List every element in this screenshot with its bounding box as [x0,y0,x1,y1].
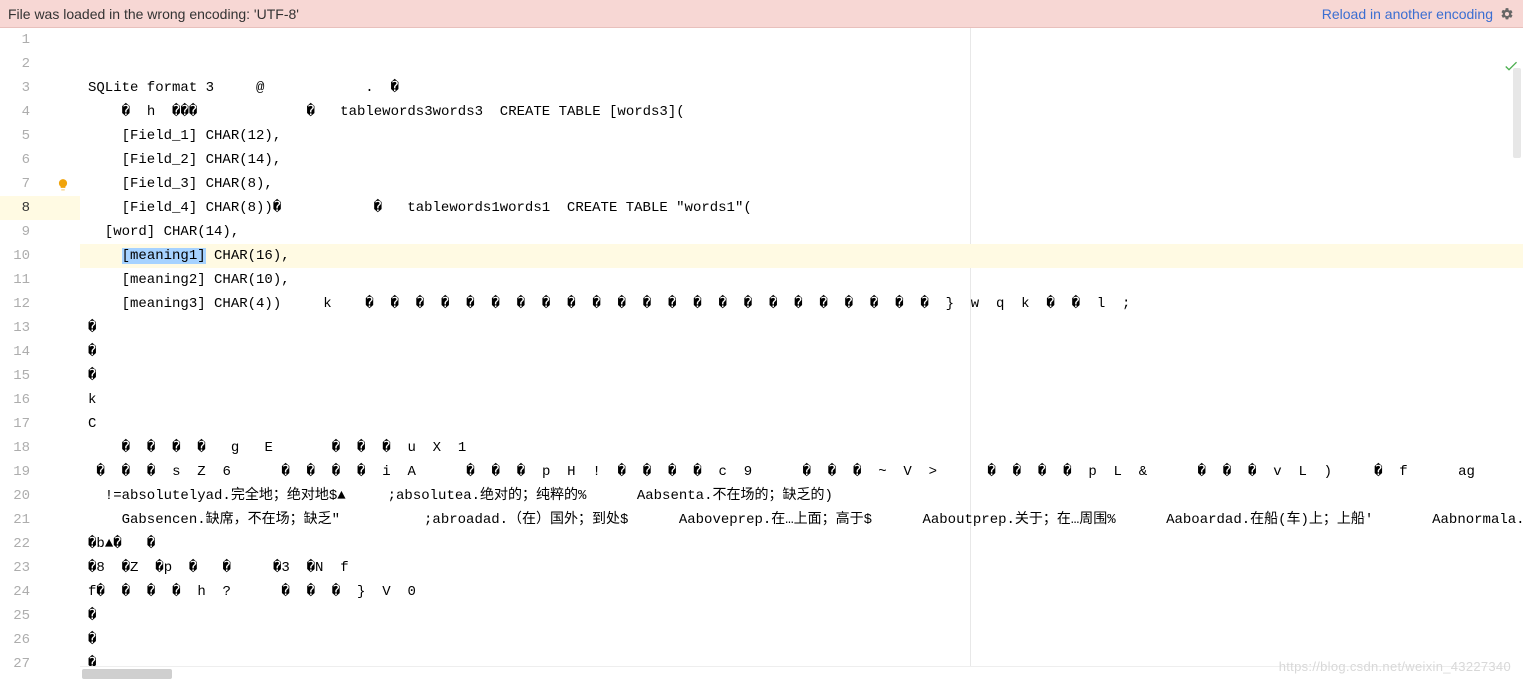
code-line[interactable]: [word] CHAR(14), [80,220,1523,244]
line-number: 24 [0,580,80,604]
line-number: 25 [0,604,80,628]
line-number: 16 [0,388,80,412]
line-number: 19 [0,460,80,484]
encoding-warning-banner: File was loaded in the wrong encoding: '… [0,0,1523,28]
line-number: 26 [0,628,80,652]
code-line[interactable]: [Field_2] CHAR(14), [80,148,1523,172]
banner-actions: Reload in another encoding [1322,6,1515,22]
horizontal-scrollbar[interactable] [80,666,1509,680]
line-number: 12 [0,292,80,316]
line-number: 6 [0,148,80,172]
text-selection: [meaning1] [122,248,206,264]
line-number: 8 [0,196,80,220]
code-line[interactable]: � � � s Z 6 � � � � i A � � � p H ! � � … [80,460,1523,484]
line-number: 1 [0,28,80,52]
code-line[interactable]: � [80,604,1523,628]
vertical-scrollbar[interactable] [1511,68,1523,650]
line-number: 21 [0,508,80,532]
line-number: 22 [0,532,80,556]
banner-message: File was loaded in the wrong encoding: '… [8,6,299,22]
line-number: 18 [0,436,80,460]
line-number: 13 [0,316,80,340]
line-number: 11 [0,268,80,292]
line-number: 14 [0,340,80,364]
line-number: 2 [0,52,80,76]
code-line[interactable]: [Field_4] CHAR(8))� � tablewords1words1 … [80,196,1523,220]
code-line[interactable]: f� � � � h ? � � � } V 0 [80,580,1523,604]
code-line[interactable]: �8 �Z �p � � �3 �N f [80,556,1523,580]
code-line[interactable]: !=absolutelyad.完全地；绝对地$▲ ;absolutea.绝对的；… [80,484,1523,508]
code-line[interactable]: SQLite format 3 @ . � [80,76,1523,100]
code-line[interactable]: � [80,340,1523,364]
code-line[interactable]: � [80,628,1523,652]
code-line[interactable]: [meaning2] CHAR(10), [80,268,1523,292]
code-line[interactable]: �b▲� � [80,532,1523,556]
line-number-gutter: 1234567891011121314151617181920212223242… [0,28,80,680]
line-number: 10 [0,244,80,268]
line-number: 7 [0,172,80,196]
code-content[interactable]: SQLite format 3 @ . � � h ��� � tablewor… [80,28,1523,680]
code-line[interactable]: [Field_1] CHAR(12), [80,124,1523,148]
vertical-scrollbar-thumb[interactable] [1513,68,1521,158]
line-number: 15 [0,364,80,388]
horizontal-scrollbar-thumb[interactable] [82,669,172,679]
code-line[interactable]: [meaning3] CHAR(4)) k � � � � � � � � � … [80,292,1523,316]
code-line[interactable]: [meaning1] CHAR(16), [80,244,1523,268]
code-line[interactable]: � h ��� � tablewords3words3 CREATE TABLE… [80,100,1523,124]
reload-encoding-link[interactable]: Reload in another encoding [1322,6,1493,22]
intention-bulb-icon[interactable] [56,177,70,191]
line-number: 3 [0,76,80,100]
line-number: 9 [0,220,80,244]
gear-icon[interactable] [1499,6,1515,22]
code-line[interactable]: [Field_3] CHAR(8), [80,172,1523,196]
line-number: 17 [0,412,80,436]
line-number: 23 [0,556,80,580]
code-line[interactable]: � � � � g E � � � u X 1 [80,436,1523,460]
code-line[interactable]: C [80,412,1523,436]
line-number: 5 [0,124,80,148]
code-line[interactable]: Gabsencen.缺席，不在场；缺乏" ;abroadad.（在）国外；到处$… [80,508,1523,532]
line-number: 20 [0,484,80,508]
code-line[interactable]: � [80,316,1523,340]
line-number: 27 [0,652,80,676]
code-line[interactable]: k [80,388,1523,412]
analysis-ok-icon[interactable] [1503,58,1519,74]
code-editor[interactable]: 1234567891011121314151617181920212223242… [0,28,1523,680]
line-number: 4 [0,100,80,124]
code-line[interactable]: � [80,364,1523,388]
